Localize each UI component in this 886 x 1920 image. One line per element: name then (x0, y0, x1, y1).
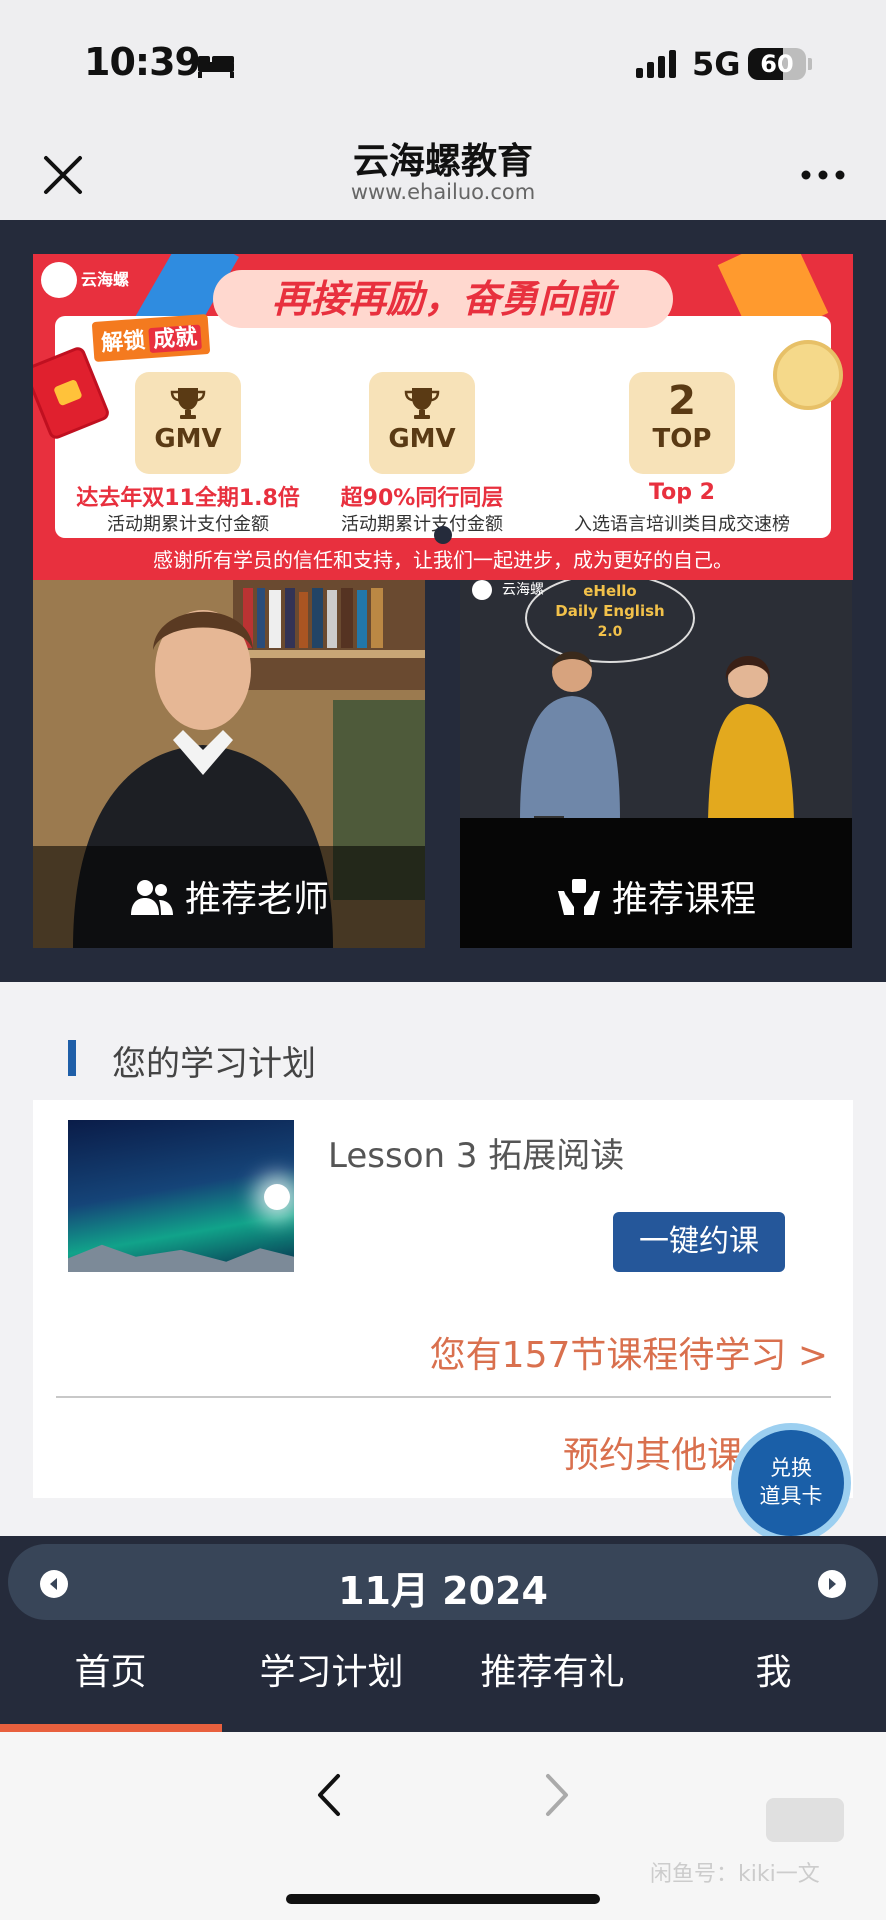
unlock-tag-a: 解锁 (100, 328, 147, 357)
trophy-icon (170, 388, 206, 419)
banner-headline: 再接再励，奋勇向前 (213, 270, 673, 328)
forward-arrow-icon[interactable] (538, 1770, 576, 1820)
stat-sub: 入选语言培训类目成交速榜 (574, 514, 790, 535)
brand-name: 云海螺 (81, 270, 130, 289)
recommended-course-label: 推荐课程 (460, 870, 852, 922)
month-selector: 11月 2024 (8, 1544, 878, 1620)
status-bar: 10:39 5G 60 (0, 0, 886, 120)
lesson-thumbnail[interactable] (68, 1120, 294, 1272)
course-bubble-a: eHello (583, 582, 637, 600)
rank-icon: 2 (668, 378, 696, 424)
carousel-indicator[interactable] (434, 526, 452, 544)
banner-footer: 感谢所有学员的信任和支持，让我们一起进步，成为更好的自己。 (153, 548, 733, 572)
course-label-text: 推荐课程 (611, 879, 756, 920)
section-title: 您的学习计划 (112, 1044, 316, 1084)
course-bubble-c: 2.0 (598, 624, 623, 640)
stat-main: 超90%同行同层 (340, 486, 504, 511)
study-plan-card: Lesson 3 拓展阅读 一键约课 您有157节课程待学习 > 预约其他课 (33, 1100, 853, 1498)
gmv-badge: GMV (135, 372, 241, 474)
coin-icon (773, 340, 843, 410)
browser-nav-bar: 闲鱼号：kiki一文 (0, 1732, 886, 1920)
hands-gift-icon (557, 879, 600, 915)
thumbnail-light (264, 1184, 290, 1210)
book-other-lessons-link[interactable]: 预约其他课 (563, 1426, 743, 1478)
redeem-prop-card-button[interactable]: 兑换 道具卡 (738, 1430, 844, 1536)
battery-tip (808, 58, 812, 70)
signal-icon (636, 50, 676, 78)
next-month-icon[interactable] (818, 1570, 846, 1598)
bottom-tab-bar: 首页 学习计划 推荐有礼 我 (0, 1622, 886, 1732)
watermark-text: 闲鱼号：kiki一文 (650, 1862, 820, 1887)
back-arrow-icon[interactable] (310, 1770, 348, 1820)
stat-main: 达去年双11全期1.8倍 (76, 486, 300, 511)
thumbnail-mountains (68, 1244, 294, 1272)
active-tab-indicator (0, 1724, 222, 1732)
battery-icon: 60 (748, 48, 806, 80)
unlock-tag: 解锁 成就 (91, 314, 211, 362)
unlock-tag-b: 成就 (148, 324, 202, 354)
stat-sub: 活动期累计支付金额 (341, 514, 503, 535)
calendar-bar: 11月 2024 (0, 1536, 886, 1622)
sleep-mode-icon (198, 56, 234, 78)
lesson-title[interactable]: Lesson 3 拓展阅读 (328, 1128, 624, 1177)
course-bubble-b: Daily English (555, 602, 664, 620)
recommended-teacher-card[interactable]: 推荐老师 (33, 580, 425, 948)
tab-me[interactable]: 我 (663, 1622, 884, 1732)
gmv-badge: GMV (369, 372, 475, 474)
brand-logo-icon (41, 262, 77, 298)
stat-main: Top 2 (649, 480, 715, 505)
fab-line2: 道具卡 (759, 1484, 823, 1508)
month-label: 11月 2024 (338, 1569, 548, 1613)
trophy-icon (404, 388, 440, 419)
network-type: 5G (692, 45, 741, 83)
recommended-course-card[interactable]: 云海螺 eHello Daily English 2.0 推荐课程 (460, 580, 852, 948)
course-brand: 云海螺 (502, 582, 544, 598)
tab-study-plan[interactable]: 学习计划 (221, 1622, 442, 1732)
badge-label: GMV (388, 424, 456, 454)
fab-line1: 兑换 (770, 1456, 812, 1480)
more-icon[interactable] (800, 160, 846, 190)
home-indicator (286, 1894, 600, 1904)
page-title: 云海螺教育 (352, 141, 533, 182)
tab-referral[interactable]: 推荐有礼 (442, 1622, 663, 1732)
page-url: www.ehailuo.com (350, 180, 536, 204)
divider (56, 1396, 831, 1398)
title-bar: 云海螺教育 www.ehailuo.com (0, 120, 886, 220)
pending-lessons-link[interactable]: 您有157节课程待学习 > (33, 1326, 828, 1378)
status-time: 10:39 (84, 40, 201, 84)
section-accent-bar (68, 1040, 76, 1076)
top-rank-badge: 2 TOP (629, 372, 735, 474)
badge-label: GMV (154, 424, 222, 454)
people-icon (130, 880, 173, 915)
recommended-teacher-label: 推荐老师 (33, 870, 425, 922)
teacher-label-text: 推荐老师 (184, 879, 329, 920)
watermark-logo (766, 1798, 844, 1842)
badge-label: TOP (652, 424, 712, 454)
quick-book-button[interactable]: 一键约课 (613, 1212, 785, 1272)
battery-percent: 60 (760, 50, 794, 78)
tab-home[interactable]: 首页 (0, 1622, 221, 1732)
